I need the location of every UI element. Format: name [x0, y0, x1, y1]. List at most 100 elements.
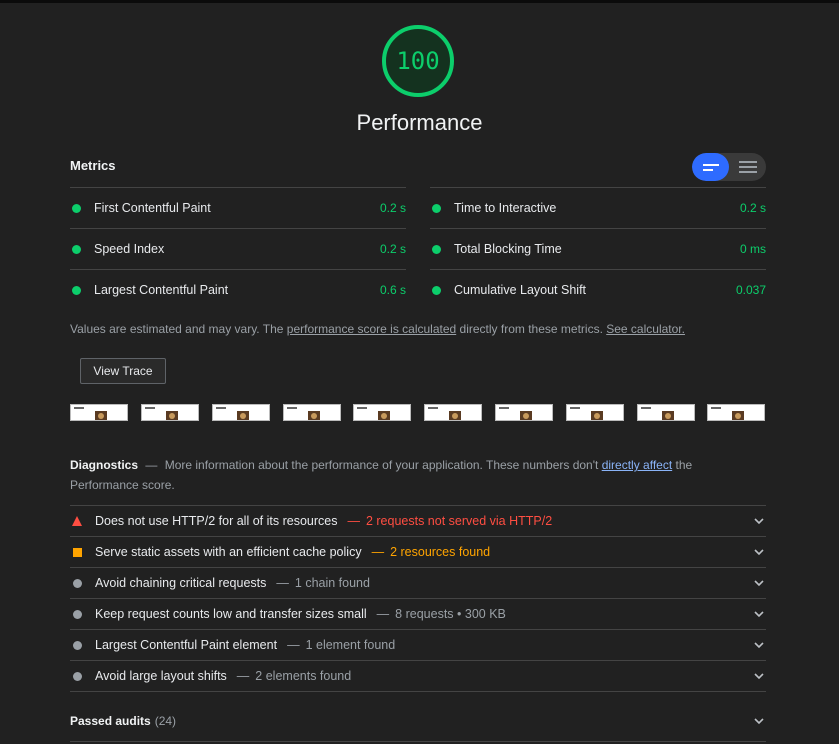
filmstrip-frame: [353, 404, 411, 421]
filmstrip-frame: [70, 404, 128, 421]
audit-title: Keep request counts low and transfer siz…: [95, 607, 367, 621]
metric-total-blocking-time: Total Blocking Time 0 ms: [430, 228, 766, 269]
bar-view-button[interactable]: [692, 153, 729, 181]
pass-dot-icon: [72, 244, 81, 254]
audit-lcp-element[interactable]: Largest Contentful Paint element — 1 ele…: [70, 629, 766, 660]
metric-speed-index: Speed Index 0.2 s: [70, 228, 406, 269]
filmstrip: [70, 404, 766, 422]
metric-value: 0.037: [735, 283, 766, 297]
metrics-note: Values are estimated and may vary. The p…: [70, 322, 685, 336]
metric-label: Total Blocking Time: [454, 242, 562, 256]
triangle-icon: [71, 516, 83, 526]
audit-http2[interactable]: Does not use HTTP/2 for all of its resou…: [70, 505, 766, 536]
gauge-circle: 100: [382, 25, 454, 97]
note-middle: directly from these metrics.: [456, 322, 603, 336]
audit-title: Largest Contentful Paint element: [95, 638, 278, 652]
pass-dot-icon: [72, 203, 81, 213]
pass-dot-icon: [432, 285, 441, 295]
audit-dash: —: [276, 576, 289, 590]
view-trace-button[interactable]: View Trace: [80, 358, 166, 384]
filmstrip-frame: [283, 404, 341, 421]
metric-label: Cumulative Layout Shift: [454, 283, 587, 297]
filmstrip-frame: [212, 404, 270, 421]
metrics-left-column: First Contentful Paint 0.2 s Speed Index…: [70, 187, 406, 310]
audit-detail: 1 chain found: [294, 576, 370, 590]
audit-detail: 2 requests not served via HTTP/2: [365, 514, 553, 528]
gauge-title: Performance: [356, 110, 483, 135]
metric-value: 0.2 s: [379, 201, 406, 215]
filmstrip-frame: [495, 404, 553, 421]
metric-value: 0.2 s: [379, 242, 406, 256]
chevron-down-icon[interactable]: [752, 579, 766, 587]
audit-dash: —: [376, 607, 390, 621]
pass-dot-icon: [432, 203, 441, 213]
audit-dash: —: [371, 545, 385, 559]
filmstrip-frame: [637, 404, 695, 421]
metrics-title: Metrics: [70, 158, 116, 173]
passed-audits-count: (24): [154, 714, 177, 728]
note-prefix: Values are estimated and may vary. The: [70, 322, 287, 336]
metric-label: First Contentful Paint: [94, 201, 211, 215]
chevron-down-icon[interactable]: [752, 717, 766, 725]
circle-icon: [71, 640, 83, 650]
circle-icon: [71, 671, 83, 681]
pass-dot-icon: [432, 244, 441, 254]
metric-first-contentful-paint: First Contentful Paint 0.2 s: [70, 187, 406, 228]
circle-icon: [71, 609, 83, 619]
passed-audits-toggle[interactable]: Passed audits (24): [70, 714, 766, 728]
metrics-view-toggle: [692, 153, 766, 181]
filmstrip-frame: [424, 404, 482, 421]
audit-detail: 1 element found: [305, 638, 396, 652]
metric-value: 0.6 s: [379, 283, 406, 297]
diagnostics-title: Diagnostics: [70, 458, 139, 472]
chevron-down-icon[interactable]: [752, 548, 766, 556]
audit-dash: —: [347, 514, 360, 528]
audit-request-counts[interactable]: Keep request counts low and transfer siz…: [70, 598, 766, 629]
list-view-button[interactable]: [729, 153, 766, 181]
divider: [70, 741, 766, 742]
diagnostics-header: Diagnostics — More information about the…: [70, 455, 730, 495]
circle-icon: [71, 578, 83, 588]
audit-layout-shifts[interactable]: Avoid large layout shifts — 2 elements f…: [70, 660, 766, 692]
diagnostics-text1: More information about the performance o…: [164, 458, 602, 472]
audit-detail: 2 elements found: [255, 669, 352, 683]
see-calculator-link[interactable]: See calculator.: [606, 322, 685, 336]
chevron-down-icon[interactable]: [752, 517, 766, 525]
score-value: 100: [396, 47, 440, 75]
audit-cache-policy[interactable]: Serve static assets with an efficient ca…: [70, 536, 766, 567]
chevron-down-icon[interactable]: [752, 610, 766, 618]
metrics-right-column: Time to Interactive 0.2 s Total Blocking…: [430, 187, 766, 310]
bar-view-icon: [702, 161, 719, 174]
directly-affect-link[interactable]: directly affect: [602, 458, 672, 472]
audit-title: Does not use HTTP/2 for all of its resou…: [95, 514, 338, 528]
top-border: [0, 0, 839, 3]
metric-largest-contentful-paint: Largest Contentful Paint 0.6 s: [70, 269, 406, 310]
filmstrip-frame: [707, 404, 765, 421]
diagnostics-list: Does not use HTTP/2 for all of its resou…: [70, 505, 766, 692]
metric-label: Time to Interactive: [454, 201, 557, 215]
filmstrip-frame: [566, 404, 624, 421]
passed-audits-label: Passed audits: [70, 714, 151, 728]
chevron-down-icon[interactable]: [752, 672, 766, 680]
audit-title: Avoid large layout shifts: [95, 669, 227, 683]
metric-label: Largest Contentful Paint: [94, 283, 229, 297]
metric-time-to-interactive: Time to Interactive 0.2 s: [430, 187, 766, 228]
diagnostics-dash: —: [145, 458, 158, 472]
audit-title: Avoid chaining critical requests: [95, 576, 267, 590]
filmstrip-frame: [141, 404, 199, 421]
audit-detail: 2 resources found: [390, 545, 491, 559]
pass-dot-icon: [72, 285, 81, 295]
chevron-down-icon[interactable]: [752, 641, 766, 649]
metric-value: 0.2 s: [739, 201, 766, 215]
audit-detail: 8 requests • 300 KB: [395, 607, 506, 621]
audit-dash: —: [287, 638, 300, 652]
audit-critical-requests[interactable]: Avoid chaining critical requests — 1 cha…: [70, 567, 766, 598]
metric-value: 0 ms: [739, 242, 766, 256]
square-icon: [71, 547, 83, 557]
audit-title: Serve static assets with an efficient ca…: [95, 545, 362, 559]
metric-cumulative-layout-shift: Cumulative Layout Shift 0.037: [430, 269, 766, 310]
performance-gauge: 100: [382, 25, 454, 97]
score-calculated-link[interactable]: performance score is calculated: [287, 322, 456, 336]
list-view-icon: [738, 158, 757, 176]
audit-dash: —: [236, 669, 250, 683]
